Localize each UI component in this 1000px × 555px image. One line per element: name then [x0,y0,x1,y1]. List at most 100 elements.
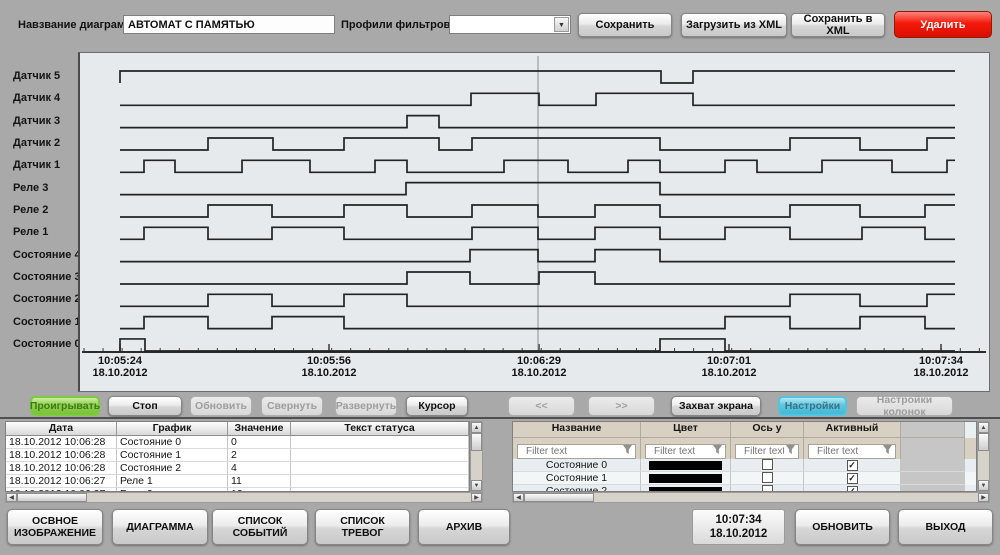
active-checkbox[interactable]: ✓ [847,473,858,484]
refresh-button[interactable]: ОБНОВИТЬ [795,509,890,545]
filter-funnel-icon[interactable] [712,444,723,455]
series-axis-cell [731,485,804,492]
save-button[interactable]: Сохранить [578,13,672,37]
delete-button[interactable]: Удалить [894,11,992,38]
filter-funnel-icon[interactable] [622,444,633,455]
x-axis-label: 10:05:2418.10.2012 [92,355,147,379]
settings-button[interactable]: Настройки [778,396,847,416]
series-table[interactable]: НазваниеЦветОсь уАктивныйСостояние 0✓Сос… [512,421,977,492]
table-row[interactable]: 18.10.2012 10:06:28Состояние 00 [6,436,469,449]
events-cell: 18.10.2012 10:06:28 [6,462,117,475]
events-header-cell[interactable]: Текст статуса [291,422,469,436]
events-cell [291,462,469,475]
filter-funnel-icon[interactable] [785,444,796,455]
exit-button[interactable]: ВЫХОД [898,509,993,545]
save-xml-button[interactable]: Сохранить в XML [791,13,885,37]
timing-chart-panel[interactable]: 10:05:2418.10.201210:05:5618.10.201210:0… [78,52,990,392]
filter-input[interactable] [517,444,636,459]
series-name-cell: Состояние 0 [513,459,641,472]
series-filter-cell [901,438,965,459]
nav-event-list-button[interactable]: СПИСОК СОБЫТИЙ [212,509,308,545]
stop-button[interactable]: Стоп [108,396,182,416]
axis-y-checkbox[interactable] [762,485,773,492]
scroll-right-button[interactable]: ▶ [471,493,482,502]
signal-label: Состояние 3 [13,271,77,283]
series-color-cell[interactable] [641,459,731,472]
events-header-cell[interactable]: Значение [228,422,291,436]
waveform-7 [120,205,955,217]
signal-label: Датчик 2 [13,137,77,149]
nav-main-screen-button[interactable]: ОСВНОЕ ИЗОБРАЖЕНИЕ [7,509,103,545]
events-vscrollbar[interactable]: ▲▼ [470,421,483,492]
x-axis-label: 10:05:5618.10.2012 [301,355,356,379]
refresh-chart-button: Обновить [190,396,252,416]
load-xml-button[interactable]: Загрузить из XML [681,13,787,37]
signal-label: Реле 2 [13,204,77,216]
scroll-thumb[interactable] [978,433,989,451]
events-cell: 2 [228,449,291,462]
scroll-up-button[interactable]: ▲ [471,422,482,433]
series-filter-row [513,438,976,459]
series-active-cell: ✓ [804,459,901,472]
scroll-thumb[interactable] [471,433,482,451]
series-header-cell[interactable]: Цвет [641,422,731,438]
events-hscrollbar[interactable]: ◀▶ [5,492,483,503]
filter-profiles-select[interactable]: ▼ [449,15,571,34]
series-color-cell[interactable] [641,485,731,492]
scroll-left-button[interactable]: ◀ [513,493,524,502]
x-axis-time: 10:05:24 [92,355,147,367]
series-header-cell[interactable]: Активный [804,422,901,438]
table-row[interactable]: 18.10.2012 10:06:27Реле 111 [6,475,469,488]
events-header-cell[interactable]: График [117,422,228,436]
scroll-up-button[interactable]: ▲ [978,422,989,433]
series-filter-cell [804,438,901,459]
table-row[interactable]: 18.10.2012 10:06:28Состояние 12 [6,449,469,462]
series-header-cell[interactable]: Ось у [731,422,804,438]
signal-label: Датчик 5 [13,70,77,82]
series-active-cell: ✓ [804,485,901,492]
series-filter-cell [513,438,641,459]
scroll-down-button[interactable]: ▼ [978,480,989,491]
events-cell: Состояние 2 [117,462,228,475]
table-row[interactable]: Состояние 0 ✓ [513,459,976,472]
nav-diagram-button[interactable]: ДИАГРАММА [112,509,208,545]
x-axis-label: 10:07:3418.10.2012 [913,355,968,379]
scroll-thumb[interactable] [524,493,594,502]
series-name-cell: Состояние 1 [513,472,641,485]
series-hscrollbar[interactable]: ◀▶ [512,492,990,503]
axis-y-checkbox[interactable] [762,459,773,470]
chevron-down-icon[interactable]: ▼ [554,17,569,32]
diagram-name-input[interactable] [123,15,335,34]
screenshot-button[interactable]: Захват экрана [671,396,761,416]
series-vscrollbar[interactable]: ▲▼ [977,421,990,492]
series-header-cell[interactable]: Название [513,422,641,438]
table-row[interactable]: Состояние 2✓ [513,485,976,492]
events-cell [291,475,469,488]
nav-alarm-list-button[interactable]: СПИСОК ТРЕВОГ [315,509,410,545]
filter-funnel-icon[interactable] [882,444,893,455]
x-axis-date: 18.10.2012 [701,367,756,379]
events-header-cell[interactable]: Дата [6,422,117,436]
scroll-thumb[interactable] [17,493,87,502]
nav-archive-button[interactable]: АРХИВ [418,509,510,545]
table-row[interactable]: 18.10.2012 10:06:28Состояние 24 [6,462,469,475]
cursor-button[interactable]: Курсор [406,396,468,416]
color-swatch [649,461,722,470]
signal-label: Датчик 4 [13,92,77,104]
events-cell: Состояние 0 [117,436,228,449]
scroll-left-button[interactable]: ◀ [6,493,17,502]
series-active-cell: ✓ [804,472,901,485]
scroll-down-button[interactable]: ▼ [471,480,482,491]
table-row[interactable]: Состояние 1 ✓ [513,472,976,485]
events-cell: 18.10.2012 10:06:28 [6,449,117,462]
events-cell: Реле 1 [117,475,228,488]
waveform-svg [80,53,988,389]
active-checkbox[interactable]: ✓ [847,460,858,471]
scroll-right-button[interactable]: ▶ [978,493,989,502]
series-filler-cell [901,472,965,485]
play-button[interactable]: Проигрывать [30,396,100,416]
axis-y-checkbox[interactable] [762,472,773,483]
series-color-cell[interactable] [641,472,731,485]
events-table[interactable]: ДатаГрафикЗначениеТекст статуса18.10.201… [5,421,470,492]
x-axis-date: 18.10.2012 [92,367,147,379]
